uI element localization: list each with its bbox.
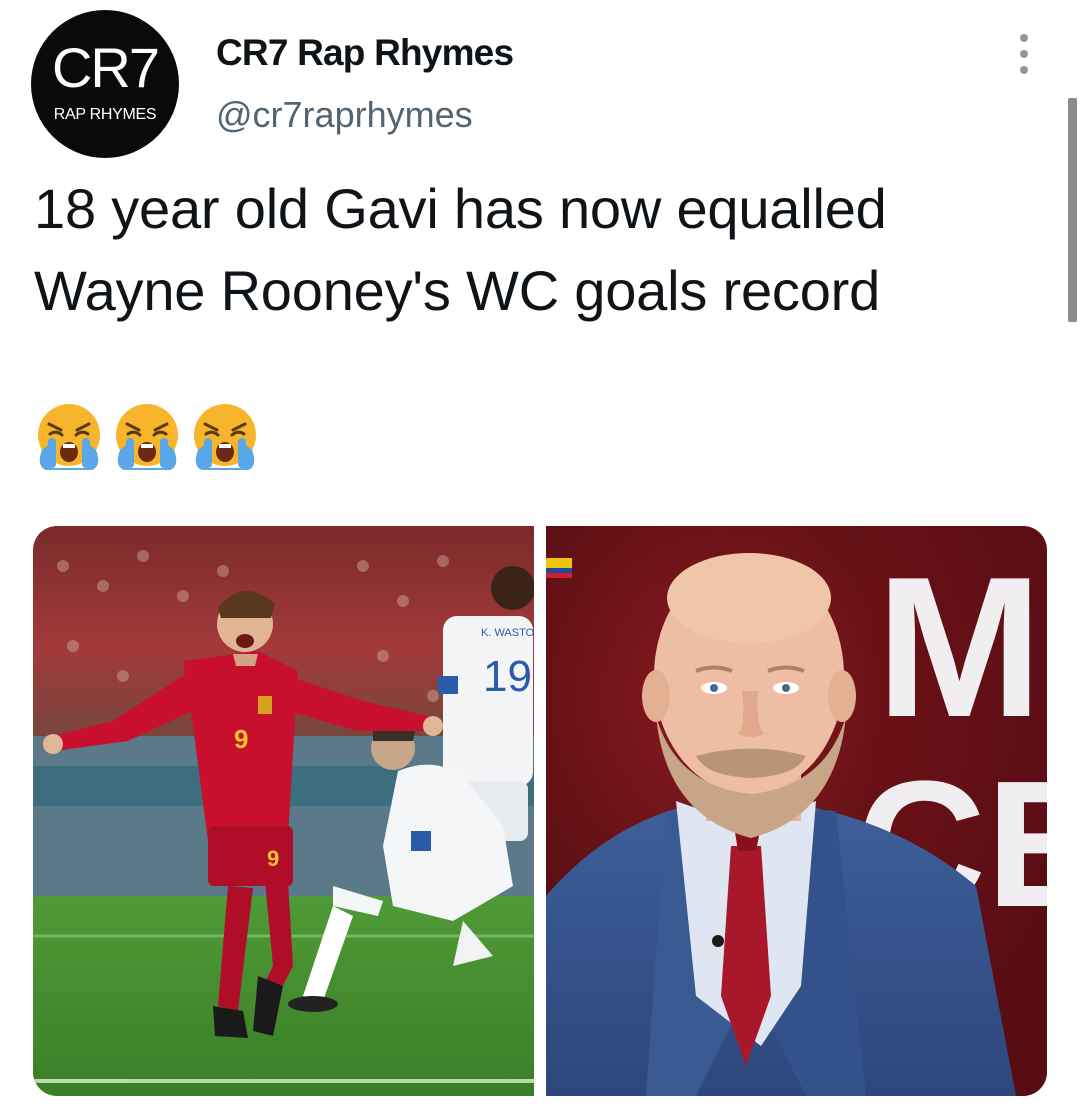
user-handle[interactable]: @cr7raprhymes xyxy=(216,94,473,136)
backdrop-letter-m: M xyxy=(876,536,1043,759)
lapel-mic-icon xyxy=(712,935,724,947)
media-photo-rooney[interactable]: M CE xyxy=(546,526,1047,1096)
emoji-row xyxy=(34,402,260,472)
opponent-name: K. WASTON xyxy=(481,627,534,639)
opponent-number: 19 xyxy=(483,652,532,701)
media-photo-gavi[interactable]: 19 K. WASTON xyxy=(33,526,534,1096)
tweet-text: 18 year old Gavi has now equalled Wayne … xyxy=(34,168,1014,332)
tweet-line-1: 18 year old Gavi has now equalled xyxy=(34,177,887,240)
crying-face-icon xyxy=(194,404,256,470)
avatar[interactable]: CR7 RAP RHYMES xyxy=(31,10,179,158)
tweet-line-2: Wayne Rooney's WC goals record xyxy=(34,259,881,322)
more-options-icon[interactable] xyxy=(1005,34,1043,74)
more-dot xyxy=(1020,66,1028,74)
crying-face-icon xyxy=(38,404,100,470)
more-dot xyxy=(1020,34,1028,42)
scrollbar[interactable] xyxy=(1068,98,1077,322)
avatar-logo: CR7 xyxy=(51,36,160,99)
avatar-subtitle: RAP RHYMES xyxy=(53,106,157,123)
player-number: 9 xyxy=(234,724,248,754)
crying-face-icon xyxy=(116,404,178,470)
more-dot xyxy=(1020,50,1028,58)
display-name[interactable]: CR7 Rap Rhymes xyxy=(216,32,514,74)
shorts-number: 9 xyxy=(267,846,279,871)
